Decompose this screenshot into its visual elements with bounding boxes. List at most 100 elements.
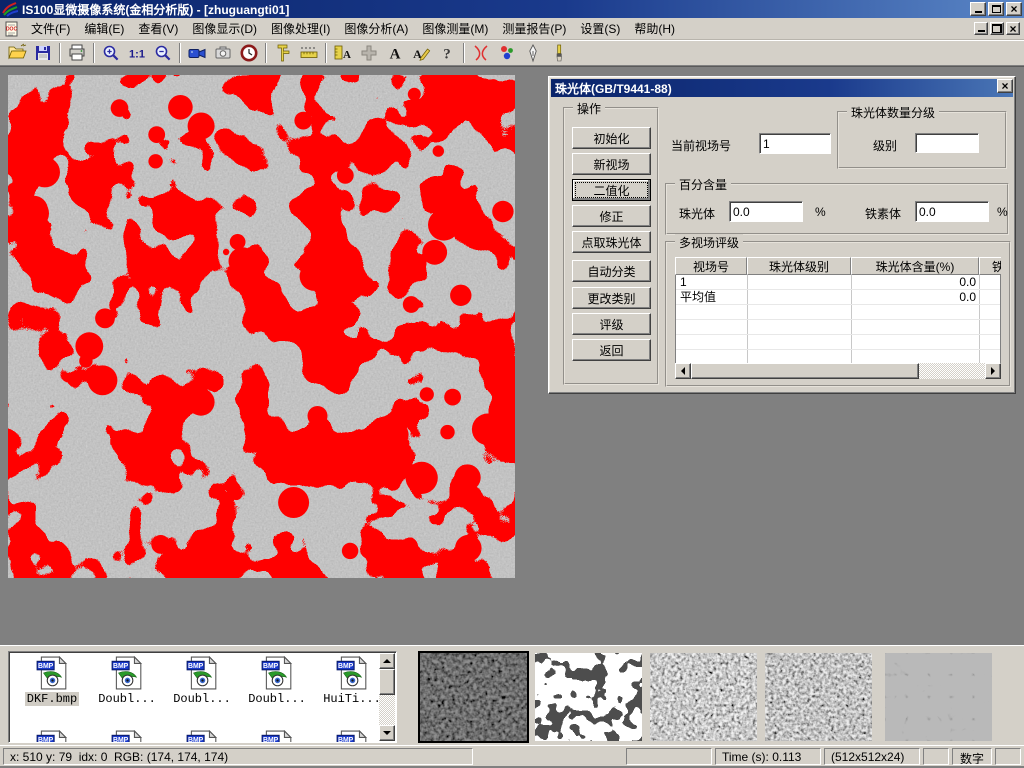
save-file-button[interactable] — [30, 41, 56, 65]
toolbar-separator — [179, 43, 181, 63]
status-blank-panel — [995, 748, 1021, 765]
file-name: HuiTi... — [321, 692, 383, 706]
file-item[interactable] — [315, 730, 389, 743]
scroll-right-button[interactable] — [985, 363, 1001, 379]
actual-size-button[interactable] — [124, 41, 150, 65]
bmp-file-icon — [110, 730, 144, 743]
curve-tool-button[interactable] — [468, 41, 494, 65]
menu-image-processing[interactable]: 图像处理(I) — [264, 18, 337, 39]
document-icon — [4, 21, 20, 37]
file-item[interactable] — [15, 730, 89, 743]
menu-image-measure[interactable]: 图像测量(M) — [415, 18, 495, 39]
scroll-down-button[interactable] — [379, 725, 395, 741]
dialog-close-button[interactable]: × — [997, 79, 1013, 93]
thumbnail-5[interactable] — [885, 653, 992, 741]
menu-image-display[interactable]: 图像显示(D) — [185, 18, 264, 39]
file-item[interactable] — [90, 730, 164, 743]
text-label-button[interactable] — [382, 41, 408, 65]
dialog-title: 珠光体(GB/T9441-88) — [555, 80, 672, 97]
file-item[interactable]: DKF.bmp — [15, 656, 89, 706]
specimen-image[interactable] — [8, 75, 515, 578]
menu-file[interactable]: 文件(F) — [24, 18, 77, 39]
thumbnail-2[interactable] — [535, 653, 642, 741]
file-item[interactable] — [240, 730, 314, 743]
header-ferrite: 铁素体 — [979, 257, 1001, 275]
new-field-button[interactable]: 新视场 — [572, 153, 651, 175]
menu-help[interactable]: 帮助(H) — [627, 18, 682, 39]
ferrite-percent-input[interactable] — [915, 201, 989, 222]
menu-edit[interactable]: 编辑(E) — [77, 18, 131, 39]
caliper-measure-button[interactable] — [270, 41, 296, 65]
gray-cross-icon — [359, 43, 379, 63]
mdi-restore-button[interactable] — [990, 22, 1004, 35]
toolbar-separator — [59, 43, 61, 63]
pearlite-percent-input[interactable] — [729, 201, 803, 222]
measure-annotate-button[interactable] — [330, 41, 356, 65]
scroll-thumb[interactable] — [379, 669, 395, 695]
scroll-left-button[interactable] — [675, 363, 691, 379]
maximize-button[interactable] — [988, 2, 1004, 16]
minimize-button[interactable] — [970, 2, 986, 16]
file-item[interactable]: Doubl... — [165, 656, 239, 706]
menu-measure-report[interactable]: 测量报告(P) — [495, 18, 573, 39]
help-button[interactable] — [434, 41, 460, 65]
file-item[interactable]: HuiTi... — [315, 656, 389, 706]
status-time: Time (s): 0.113 — [715, 748, 821, 765]
mdi-minimize-button[interactable] — [974, 22, 988, 35]
table-row[interactable] — [676, 320, 1000, 335]
change-class-button[interactable]: 更改类别 — [572, 287, 651, 309]
color-classify-button[interactable] — [494, 41, 520, 65]
binarize-button[interactable]: 二值化 — [572, 179, 651, 201]
table-row[interactable] — [676, 335, 1000, 350]
correct-button[interactable]: 修正 — [572, 205, 651, 227]
return-button[interactable]: 返回 — [572, 339, 651, 361]
thumbnail-1[interactable] — [420, 653, 527, 741]
open-file-button[interactable] — [4, 41, 30, 65]
brush-tool-button[interactable] — [546, 41, 572, 65]
initialize-button[interactable]: 初始化 — [572, 127, 651, 149]
rate-button[interactable]: 评级 — [572, 313, 651, 335]
file-item[interactable]: Doubl... — [240, 656, 314, 706]
print-button[interactable] — [64, 41, 90, 65]
thumbnail-3[interactable] — [650, 653, 757, 741]
bmp-file-icon — [185, 656, 219, 690]
scroll-thumb[interactable] — [691, 363, 919, 379]
file-item[interactable] — [165, 730, 239, 743]
bmp-file-icon — [260, 656, 294, 690]
thumbnail-4[interactable] — [765, 653, 872, 741]
menu-view[interactable]: 查看(V) — [131, 18, 185, 39]
level-input[interactable] — [915, 133, 979, 153]
toolbar-separator — [463, 43, 465, 63]
timer-button[interactable] — [236, 41, 262, 65]
merge-button[interactable] — [356, 41, 382, 65]
pen-nib-icon — [523, 43, 543, 63]
table-row[interactable]: 平均值 0.0 — [676, 290, 1000, 305]
scroll-track[interactable] — [691, 363, 985, 379]
edit-annotation-button[interactable] — [408, 41, 434, 65]
app-window: IS100显微摄像系统(金相分析版) - [zhuguangti01] × 文件… — [0, 0, 1024, 768]
auto-classify-button[interactable]: 自动分类 — [572, 260, 651, 282]
pearlite-label: 珠光体 — [679, 205, 715, 222]
table-row[interactable]: 1 0.0 — [676, 275, 1000, 290]
file-item[interactable]: Doubl... — [90, 656, 164, 706]
scroll-track[interactable] — [379, 669, 395, 725]
scroll-up-button[interactable] — [379, 653, 395, 669]
camera-capture-button[interactable] — [210, 41, 236, 65]
video-capture-button[interactable] — [184, 41, 210, 65]
pick-pearlite-button[interactable]: 点取珠光体 — [572, 231, 651, 253]
table-row[interactable] — [676, 305, 1000, 320]
menu-settings[interactable]: 设置(S) — [573, 18, 627, 39]
bmp-file-icon — [35, 730, 69, 743]
close-button[interactable]: × — [1006, 2, 1022, 16]
file-name: Doubl... — [171, 692, 233, 706]
zoom-in-button[interactable] — [98, 41, 124, 65]
mdi-close-button[interactable]: × — [1006, 22, 1020, 35]
current-field-input[interactable] — [759, 133, 831, 154]
toolbar — [0, 40, 1024, 66]
status-image-size: (512x512x24) — [824, 748, 920, 765]
ruler-measure-button[interactable] — [296, 41, 322, 65]
pen-tool-button[interactable] — [520, 41, 546, 65]
menu-image-analysis[interactable]: 图像分析(A) — [337, 18, 415, 39]
file-name: Doubl... — [96, 692, 158, 706]
zoom-out-button[interactable] — [150, 41, 176, 65]
